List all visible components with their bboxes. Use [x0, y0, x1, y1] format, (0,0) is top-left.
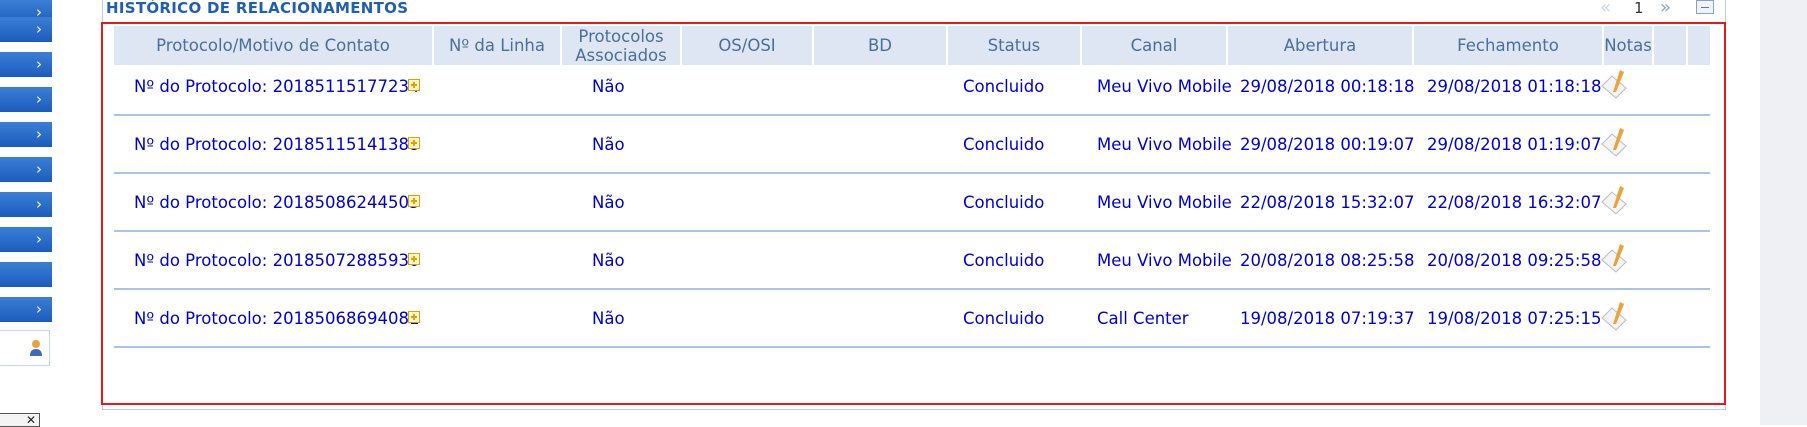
scrollbar-gutter[interactable]	[1760, 0, 1807, 425]
abertura-value: 20/08/2018 08:25:58	[1240, 251, 1415, 270]
protocol-link[interactable]: Nº do Protocolo: 20185068694081	[134, 309, 420, 328]
associados-value: Não	[592, 309, 625, 328]
user-box	[0, 330, 50, 366]
chevron-double-left-icon[interactable]: «	[1600, 0, 1611, 18]
chevron-right-icon: ›	[36, 20, 42, 38]
pencil-notepad-icon[interactable]	[1598, 184, 1630, 218]
protocol-link[interactable]: Nº do Protocolo: 20185086244503	[134, 193, 420, 212]
canal-value: Call Center	[1097, 309, 1189, 328]
nav-item-5[interactable]: ›	[0, 122, 52, 149]
chevron-double-right-icon[interactable]: »	[1660, 0, 1671, 18]
close-icon[interactable]: ✕	[26, 414, 36, 426]
plus-square-icon[interactable]	[408, 253, 420, 265]
pencil-notepad-icon[interactable]	[1598, 242, 1630, 276]
fechamento-value: 22/08/2018 16:32:07	[1427, 193, 1602, 212]
chevron-right-icon: ›	[36, 160, 42, 178]
collapse-icon[interactable]	[1696, 0, 1714, 14]
nav-item-9[interactable]	[0, 262, 52, 289]
status-value: Concluido	[963, 309, 1045, 328]
abertura-value: 22/08/2018 15:32:07	[1240, 193, 1415, 212]
left-navigation: › › › › › › › › ›	[0, 0, 52, 330]
nav-item-8[interactable]: ›	[0, 227, 52, 254]
canal-value: Meu Vivo Mobile	[1097, 135, 1232, 154]
nav-item-10[interactable]: ›	[0, 297, 52, 324]
protocol-link[interactable]: Nº do Protocolo: 20185072885930	[134, 251, 420, 270]
nav-item-7[interactable]: ›	[0, 192, 52, 219]
chevron-right-icon: ›	[36, 55, 42, 73]
canal-value: Meu Vivo Mobile	[1097, 251, 1232, 270]
table-row: Nº do Protocolo: 20185086244503 Não Conc…	[114, 174, 1710, 232]
abertura-value: 29/08/2018 00:19:07	[1240, 135, 1415, 154]
plus-square-icon[interactable]	[408, 79, 420, 91]
plus-square-icon[interactable]	[408, 195, 420, 207]
nav-item-3[interactable]: ›	[0, 52, 52, 79]
chevron-right-icon: ›	[36, 230, 42, 248]
pencil-notepad-icon[interactable]	[1598, 300, 1630, 334]
status-value: Concluido	[963, 135, 1045, 154]
fechamento-value: 29/08/2018 01:18:18	[1427, 77, 1602, 96]
fechamento-value: 19/08/2018 07:25:15	[1427, 309, 1602, 328]
nav-item-4[interactable]: ›	[0, 87, 52, 114]
chevron-right-icon: ›	[36, 90, 42, 108]
status-value: Concluido	[963, 251, 1045, 270]
nav-item-6[interactable]: ›	[0, 157, 52, 184]
user-icon[interactable]	[29, 339, 43, 357]
pencil-notepad-icon[interactable]	[1598, 126, 1630, 160]
chevron-right-icon: ›	[36, 125, 42, 143]
table-row: Nº do Protocolo: 20185115177234 Não Conc…	[114, 58, 1710, 116]
page-number: 1	[1634, 0, 1644, 17]
table-row: Nº do Protocolo: 20185072885930 Não Conc…	[114, 232, 1710, 290]
protocol-link[interactable]: Nº do Protocolo: 20185115141388	[134, 135, 420, 154]
associados-value: Não	[592, 251, 625, 270]
abertura-value: 29/08/2018 00:18:18	[1240, 77, 1415, 96]
nav-item-2[interactable]: ›	[0, 17, 52, 44]
plus-square-icon[interactable]	[408, 311, 420, 323]
fechamento-value: 20/08/2018 09:25:58	[1427, 251, 1602, 270]
associados-value: Não	[592, 135, 625, 154]
chevron-right-icon: ›	[36, 195, 42, 213]
pencil-notepad-icon[interactable]	[1598, 68, 1630, 102]
table-row: Nº do Protocolo: 20185068694081 Não Conc…	[114, 290, 1710, 348]
plus-square-icon[interactable]	[408, 137, 420, 149]
panel-title: HISTÓRICO DE RELACIONAMENTOS	[106, 0, 409, 17]
associados-value: Não	[592, 193, 625, 212]
status-value: Concluido	[963, 77, 1045, 96]
canal-value: Meu Vivo Mobile	[1097, 193, 1232, 212]
abertura-value: 19/08/2018 07:19:37	[1240, 309, 1415, 328]
canal-value: Meu Vivo Mobile	[1097, 77, 1232, 96]
status-value: Concluido	[963, 193, 1045, 212]
associados-value: Não	[592, 77, 625, 96]
fechamento-value: 29/08/2018 01:19:07	[1427, 135, 1602, 154]
chevron-right-icon: ›	[36, 300, 42, 318]
table-row: Nº do Protocolo: 20185115141388 Não Conc…	[114, 116, 1710, 174]
protocol-link[interactable]: Nº do Protocolo: 20185115177234	[134, 77, 420, 96]
